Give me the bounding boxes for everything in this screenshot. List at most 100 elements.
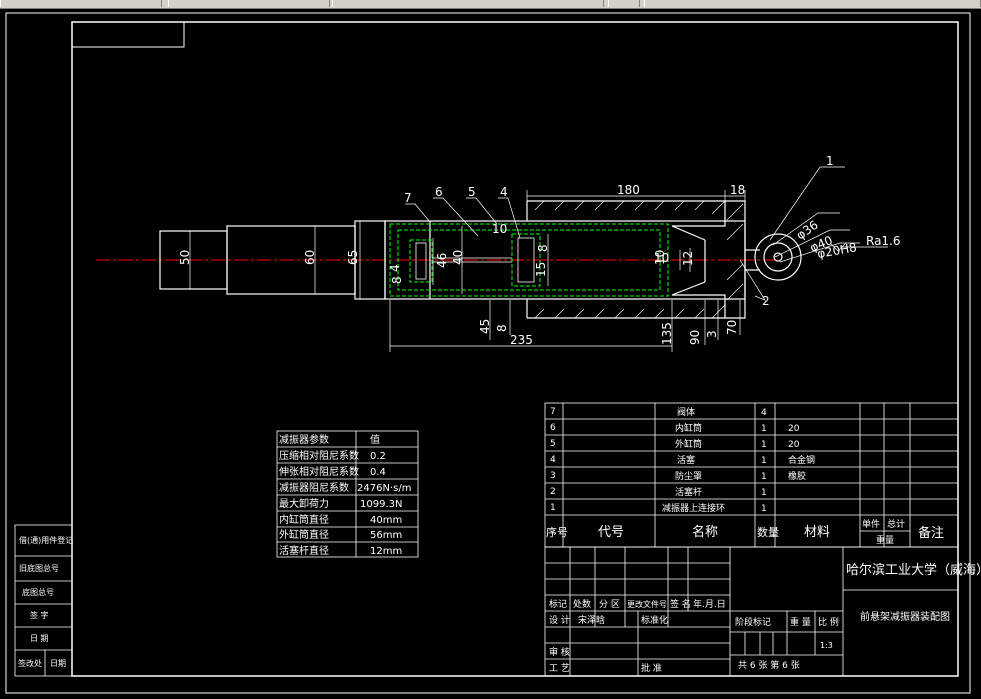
param-header-name: 减振器参数: [279, 433, 329, 446]
inner-frame: [71, 21, 959, 677]
dim-40: 40: [451, 250, 465, 265]
dim-70: 70: [725, 320, 739, 335]
bom-no: 5: [550, 439, 556, 449]
dim-45: 45: [478, 319, 492, 334]
side-row: 借(通)用件登记: [19, 535, 73, 545]
rev-header: 标记: [549, 598, 567, 610]
param-value: 0.4: [370, 467, 386, 478]
bom-qty: 1: [761, 456, 767, 466]
stage-label: 阶段标记: [735, 616, 771, 628]
leader-lines: [405, 166, 888, 301]
dim-46: 46: [435, 253, 449, 268]
approve-label: 批 准: [641, 662, 662, 674]
side-bottom: 签改处: [18, 658, 42, 668]
dim-3: 3: [705, 330, 719, 338]
school-name: 哈尔滨工业大学（威海）: [846, 562, 981, 578]
sheet-count: 共 6 张 第 6 张: [738, 659, 800, 671]
dim-18: 18: [730, 183, 745, 197]
bom-qty: 1: [761, 424, 767, 434]
dim-8c: 8: [495, 324, 509, 332]
bom-name: 活塞杆: [675, 486, 702, 498]
bom-name: 防尘罩: [675, 470, 702, 482]
side-row: 日 期: [30, 634, 49, 643]
param-value: 56mm: [370, 530, 402, 541]
param-value: 1099.3N: [360, 499, 402, 510]
design-label: 设 计: [549, 614, 570, 626]
param-name: 伸张相对阻尼系数: [279, 465, 359, 478]
param-name: 外缸筒直径: [279, 528, 329, 541]
bom-qty: 1: [761, 504, 767, 514]
bom-name: 减振器上连接环: [662, 502, 725, 514]
param-name: 最大卸荷力: [279, 497, 329, 510]
dim-10a: 10: [492, 222, 507, 236]
side-row: 签 字: [30, 610, 49, 620]
bom-no: 4: [550, 455, 556, 465]
drawing-canvas[interactable]: 50 60 65 46 40 180 18 10 10 8 15 12 4 8 …: [0, 0, 981, 699]
side-row: 底图总号: [22, 587, 54, 597]
param-value: 0.2: [370, 451, 386, 462]
dim-50: 50: [178, 250, 192, 265]
dim-8b: 8: [390, 276, 404, 284]
part-number-6: 6: [435, 185, 443, 199]
bom-no: 3: [550, 471, 556, 481]
bom-header-qty: 数量: [757, 526, 779, 539]
bom-qty: 4: [761, 408, 767, 418]
bom-header-name: 名称: [692, 524, 718, 540]
dim-180: 180: [617, 183, 640, 197]
dim-4: 4: [388, 264, 402, 272]
bom-name: 内缸筒: [675, 422, 702, 434]
rev-header: 分 区: [599, 599, 620, 610]
param-name: 活塞杆直径: [279, 544, 329, 557]
bom-header-no: 序号: [546, 525, 568, 539]
param-value: 2476N·s/m: [357, 483, 411, 494]
bom-header-weight: 重量: [876, 534, 894, 546]
outer-frame: [5, 12, 971, 694]
side-row: 旧底图总号: [19, 563, 59, 573]
dim-60: 60: [303, 250, 317, 265]
bom-mat: 合金钢: [788, 454, 815, 466]
dim-90: 90: [688, 330, 702, 345]
rev-header: 年.月.日: [693, 598, 726, 610]
param-name: 压缩相对阻尼系数: [279, 449, 359, 462]
dim-65: 65: [346, 250, 360, 265]
process-label: 工 艺: [549, 663, 570, 674]
designer-name: 宋泽晗: [578, 614, 605, 626]
dim-135: 135: [660, 322, 674, 345]
param-header-value: 值: [370, 433, 380, 446]
dim-12: 12: [681, 251, 695, 266]
part-number-2: 2: [762, 294, 770, 308]
bom-header-code: 代号: [598, 525, 624, 540]
bom-mat: 20: [788, 440, 800, 450]
standardize-label: 标准化: [641, 614, 668, 626]
bom-header-single: 单件: [862, 518, 880, 530]
scale-label: 比 例: [818, 616, 839, 628]
bom-qty: 1: [761, 472, 767, 482]
part-number-4: 4: [500, 185, 508, 199]
rev-header: 处数: [573, 598, 591, 610]
weight-label: 重 量: [790, 616, 811, 628]
param-value: 40mm: [370, 515, 402, 526]
part-number-1: 1: [826, 154, 834, 168]
part-number-7: 7: [404, 191, 412, 205]
bom-name: 活塞: [677, 454, 695, 466]
dim-235: 235: [510, 333, 533, 347]
bom-header-total: 总计: [887, 518, 905, 530]
dim-8a: 8: [536, 244, 550, 252]
bom-no: 6: [550, 423, 556, 433]
bom-mat: 橡胶: [788, 470, 806, 482]
bom-qty: 1: [761, 488, 767, 498]
rev-header: 签 名: [670, 598, 691, 610]
bom-no: 2: [550, 487, 556, 497]
rev-header: 更改文件号: [627, 599, 667, 609]
bom-no: 1: [550, 503, 556, 513]
param-name: 内缸筒直径: [279, 513, 329, 526]
side-block-grid: [14, 524, 73, 677]
bom-header-note: 备注: [918, 525, 944, 541]
surface-roughness: Ra1.6: [866, 234, 901, 248]
bom-qty: 1: [761, 440, 767, 450]
param-value: 12mm: [370, 546, 402, 557]
dim-15: 15: [534, 262, 548, 277]
bom-mat: 20: [788, 424, 800, 434]
param-name: 减振器阻尼系数: [279, 481, 349, 494]
dim-10c: 10: [653, 250, 667, 265]
